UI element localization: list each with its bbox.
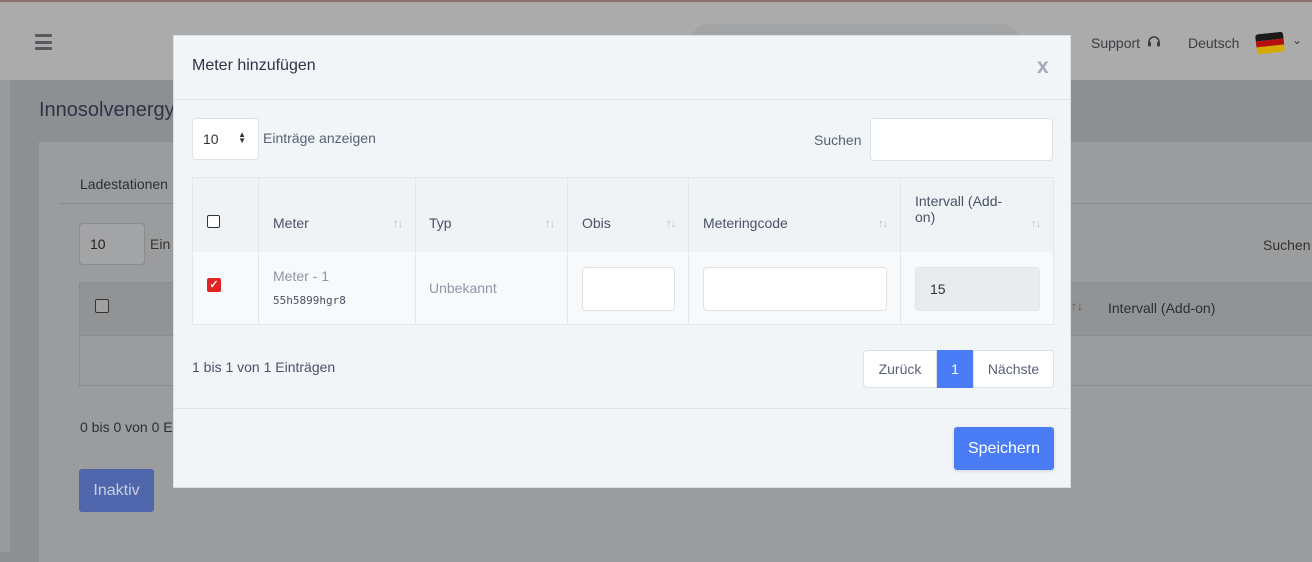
pagination-page-1[interactable]: 1 — [937, 350, 973, 388]
table-info: 1 bis 1 von 1 Einträgen — [192, 359, 336, 375]
column-meter[interactable]: Meter — [273, 215, 309, 231]
german-flag-icon[interactable] — [1255, 31, 1285, 55]
meteringcode-input[interactable] — [703, 267, 887, 311]
sort-updown-icon: ▲ ▼ — [238, 130, 246, 145]
meter-id: 55h5899hgr8 — [273, 294, 346, 307]
sort-icon[interactable]: ↑↓ — [393, 218, 403, 230]
bg-table-info: 0 bis 0 von 0 E — [80, 419, 173, 435]
bg-column-intervall: Intervall (Add-on) — [1108, 300, 1216, 316]
search-label: Suchen — [814, 132, 862, 148]
sort-icon[interactable]: ↑↓ — [666, 218, 676, 230]
column-divider — [567, 178, 568, 324]
column-divider — [900, 178, 901, 324]
meter-table: Meter ↑↓ Typ ↑↓ Obis ↑↓ Meteringcode ↑↓ … — [192, 177, 1054, 325]
bg-entries-label: Ein — [150, 236, 171, 252]
sort-icon[interactable]: ↑↓ — [1071, 299, 1083, 313]
column-divider — [688, 178, 689, 324]
chevron-down-icon[interactable]: ⌄ — [1292, 33, 1302, 47]
column-meteringcode[interactable]: Meteringcode — [703, 215, 788, 231]
sort-icon[interactable]: ↑↓ — [1031, 218, 1041, 230]
select-all-checkbox[interactable] — [207, 215, 220, 228]
hamburger-menu-icon[interactable] — [35, 34, 52, 50]
add-meter-modal: Meter hinzufügen x 10 ▲ ▼ Einträge anzeig… — [173, 35, 1071, 488]
obis-input[interactable] — [582, 267, 675, 311]
bg-search-label: Suchen — [1263, 237, 1311, 253]
column-intervall-line2: on) — [915, 209, 936, 225]
inaktiv-button[interactable]: Inaktiv — [79, 469, 154, 512]
modal-header: Meter hinzufügen x — [174, 36, 1070, 100]
sort-icon[interactable]: ↑↓ — [545, 218, 555, 230]
modal-footer-divider — [174, 408, 1070, 409]
column-typ[interactable]: Typ — [429, 215, 452, 231]
meter-type: Unbekannt — [429, 280, 497, 296]
row-checkbox-checked[interactable]: ✓ — [207, 278, 221, 292]
pagination: Zurück 1 Nächste — [863, 350, 1054, 388]
bg-select-all-checkbox[interactable] — [95, 299, 109, 313]
language-selector[interactable]: Deutsch — [1188, 35, 1239, 51]
column-divider — [415, 178, 416, 324]
column-divider — [258, 178, 259, 324]
column-obis[interactable]: Obis — [582, 215, 611, 231]
entries-per-page-select[interactable]: 10 ▲ ▼ — [192, 118, 259, 160]
column-intervall-line1: Intervall (Add- — [915, 193, 1003, 209]
table-header: Meter ↑↓ Typ ↑↓ Obis ↑↓ Meteringcode ↑↓ … — [193, 178, 1053, 253]
pagination-prev-button[interactable]: Zurück — [863, 350, 937, 388]
tab-ladestationen[interactable]: Ladestationen — [80, 176, 168, 192]
close-icon[interactable]: x — [1037, 55, 1049, 79]
intervall-field[interactable]: 15 — [915, 267, 1040, 311]
page-title: Innosolvenergy — [39, 99, 175, 121]
headset-icon[interactable] — [1147, 35, 1161, 49]
entries-per-page-label: Einträge anzeigen — [263, 130, 376, 146]
search-input[interactable] — [870, 118, 1053, 161]
modal-title: Meter hinzufügen — [192, 57, 316, 74]
bg-entries-select[interactable]: 10 — [79, 223, 145, 265]
save-button[interactable]: Speichern — [954, 427, 1054, 470]
entries-per-page-value: 10 — [203, 131, 219, 147]
sidebar-edge — [0, 80, 10, 552]
meter-name: Meter - 1 — [273, 268, 330, 284]
column-intervall[interactable]: Intervall (Add- on) — [915, 193, 1002, 225]
sort-icon[interactable]: ↑↓ — [878, 218, 888, 230]
support-link[interactable]: Support — [1091, 35, 1140, 51]
pagination-next-button[interactable]: Nächste — [973, 350, 1054, 388]
